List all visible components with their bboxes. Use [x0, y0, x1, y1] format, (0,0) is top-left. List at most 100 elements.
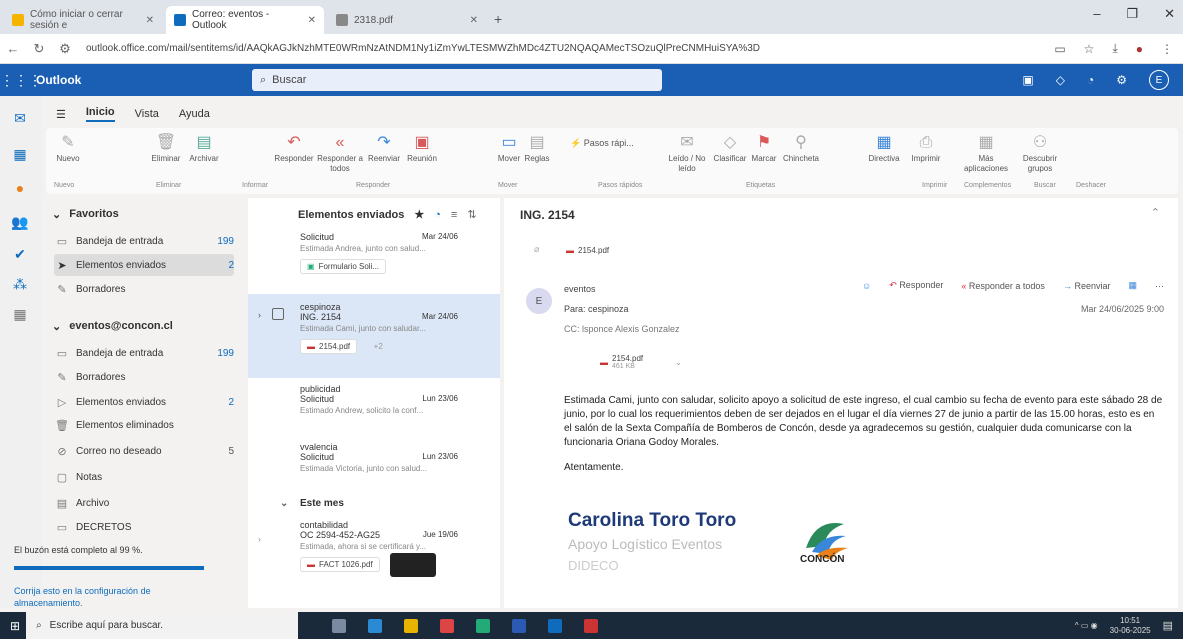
people-icon[interactable]: 👥 [10, 212, 30, 232]
feedback-icon[interactable]: ◇ [1056, 73, 1065, 87]
attachment-chip[interactable]: ▣ Formulario Soli... [300, 259, 387, 274]
account-header[interactable]: ⌄ eventos@concon.cl [52, 320, 173, 333]
new-button[interactable]: ✎ Nuevo [52, 132, 84, 164]
select-checkbox[interactable] [272, 308, 284, 320]
search-input[interactable]: Buscar [272, 74, 306, 86]
folder-archive[interactable]: ▤ Archivo [54, 492, 234, 514]
apps-icon[interactable]: ▦ [10, 304, 30, 324]
reply-all-button[interactable]: «Responder a todos [314, 132, 366, 174]
browser-tab[interactable]: 2318.pdf ✕ [328, 6, 486, 34]
classify-button[interactable]: ◇ Clasificar [710, 132, 750, 164]
favorites-header[interactable]: ⌄ Favoritos [52, 208, 119, 221]
folder-notes[interactable]: ▢ Notas [54, 466, 234, 488]
minimize-icon[interactable]: – [1093, 6, 1100, 22]
close-window-icon[interactable]: ✕ [1164, 6, 1175, 22]
excel-icon[interactable] [476, 618, 491, 633]
folder-sent-fav[interactable]: ➤ Elementos enviados 2 [54, 254, 234, 276]
new-tab-icon[interactable]: + [494, 11, 502, 27]
policy-button[interactable]: ▦ Directiva [864, 132, 904, 164]
reply-all-action[interactable]: « Responder a todos [961, 281, 1045, 291]
tray-icons[interactable]: ^ ▭ ◉ [1075, 621, 1098, 630]
browser-menu-icon[interactable]: ⋮ [1161, 42, 1173, 56]
pin-button[interactable]: ⚲ Chincheta [780, 132, 822, 164]
collapse-icon[interactable]: ⌃ [1151, 206, 1160, 219]
folder-decretos[interactable]: ▭ DECRETOS [54, 516, 234, 538]
mail-icon[interactable]: ✉ [10, 108, 30, 128]
todo-icon[interactable]: ✔ [10, 244, 30, 264]
emoji-icon[interactable]: ☺ [862, 281, 871, 291]
expand-chevron-icon[interactable]: › [258, 534, 261, 544]
tab-inicio[interactable]: Inicio [85, 106, 115, 122]
folder-junk[interactable]: ⊘ Correo no deseado 5 [54, 440, 234, 462]
edge-icon[interactable] [368, 618, 383, 633]
folder-sent[interactable]: ▷ Elementos enviados 2 [54, 391, 234, 413]
list-item[interactable]: vvalencia Solicitud Lun 23/06 Estimada Vi… [248, 442, 500, 492]
notifications-icon[interactable]: ◔ [1087, 73, 1094, 87]
quota-settings-link[interactable]: Corrija esto en la configuración de alma… [14, 585, 204, 609]
more-options-icon[interactable]: ··· [1155, 281, 1164, 291]
browser-tab[interactable]: Cómo iniciar o cerrar sesión e ✕ [4, 6, 162, 34]
reply-action[interactable]: ↶ Responder [889, 280, 943, 291]
flag-button[interactable]: ⚑ Marcar [746, 132, 782, 164]
back-icon[interactable]: ← [0, 41, 26, 56]
sort-icon[interactable]: ⇅ [467, 208, 476, 221]
extension-icon[interactable]: ● [1136, 42, 1143, 56]
list-item[interactable]: publicidad Solicitud Lun 23/06 Estimado A… [248, 384, 500, 438]
folder-deleted[interactable]: 🗑 Elementos eliminados [54, 414, 234, 436]
app-name[interactable]: Outlook [36, 73, 246, 87]
forward-button[interactable]: ↷ Reenviar [364, 132, 404, 164]
sender-avatar[interactable]: E [526, 288, 552, 314]
folder-drafts-fav[interactable]: ✎ Borradores [54, 278, 234, 300]
quick-steps-button[interactable]: ⚡ Pasos rápi... [570, 132, 650, 154]
reload-icon[interactable]: ↻ [26, 41, 52, 57]
message-attachment[interactable]: ▬ 2154.pdf 461 KB ⌄ [594, 352, 688, 372]
calendar-icon[interactable]: ▦ [10, 144, 30, 164]
sender-name[interactable]: eventos [564, 284, 596, 294]
word-icon[interactable] [512, 618, 527, 633]
windows-start-icon[interactable]: ⊞ [10, 619, 20, 633]
archive-button[interactable]: ▤ Archivar [186, 132, 222, 164]
read-unread-button[interactable]: ✉ Leído / No leído [664, 132, 710, 174]
move-button[interactable]: ▭ Mover [494, 132, 524, 164]
meeting-button[interactable]: ▣ Reunión [402, 132, 442, 164]
attachment-chip[interactable]: ▬ FACT 1026.pdf [300, 557, 380, 572]
site-info-icon[interactable]: ⚙ [52, 41, 78, 57]
bookmark-star-icon[interactable]: ☆ [1084, 42, 1095, 56]
close-tab-icon[interactable]: ✕ [470, 15, 478, 26]
tab-ayuda[interactable]: Ayuda [179, 108, 210, 120]
copilot-icon[interactable]: ● [10, 178, 30, 198]
meet-now-icon[interactable]: ▣ [1022, 73, 1033, 87]
tab-vista[interactable]: Vista [135, 108, 159, 120]
refresh-icon[interactable]: ◔ [434, 209, 441, 221]
expand-chevron-icon[interactable]: › [258, 310, 261, 320]
folder-inbox-fav[interactable]: ▭ Bandeja de entrada 199 [54, 230, 234, 252]
file-explorer-icon[interactable] [404, 618, 419, 633]
close-tab-icon[interactable]: ✕ [146, 15, 154, 26]
hamburger-icon[interactable]: ☰ [56, 108, 66, 121]
settings-gear-icon[interactable]: ⚙ [1116, 73, 1127, 87]
section-header-this-month[interactable]: ⌄ Este mes [248, 498, 500, 518]
folder-drafts[interactable]: ✎ Borradores [54, 366, 234, 388]
print-button[interactable]: ⎙ Imprimir [906, 132, 946, 164]
search-box[interactable]: ⌕ Buscar [252, 69, 662, 91]
forward-action[interactable]: → Reenviar [1063, 281, 1111, 291]
outlook-icon[interactable] [548, 618, 563, 633]
top-attachment-chip[interactable]: ▬ 2154.pdf [560, 244, 616, 257]
task-view-icon[interactable] [332, 618, 347, 633]
filter-icon[interactable]: ≡ [451, 209, 457, 221]
attachment-chip[interactable]: ▬ 2154.pdf [300, 339, 358, 354]
reply-button[interactable]: ↶ Responder [272, 132, 316, 164]
rules-button[interactable]: ▤ Reglas [522, 132, 552, 164]
taskbar-search[interactable]: ⌕ Escribe aquí para buscar. [26, 612, 299, 639]
clock[interactable]: 10:51 30-06-2025 [1110, 616, 1151, 636]
url-field[interactable]: outlook.office.com/mail/sentitems/id/AAQ… [86, 43, 916, 54]
app-launcher-icon[interactable]: ⋮⋮⋮ [0, 72, 42, 89]
download-icon[interactable]: ⤓ [1112, 41, 1117, 56]
browser-tab-active[interactable]: Correo: eventos - Outlook ✕ [166, 6, 324, 34]
maximize-icon[interactable]: ❐ [1126, 6, 1138, 22]
discover-groups-button[interactable]: ⚇ Descubrir grupos [1018, 132, 1062, 174]
more-apps-button[interactable]: ▦ Más aplicaciones [960, 132, 1012, 174]
close-tab-icon[interactable]: ✕ [308, 15, 316, 26]
favorite-star-icon[interactable]: ★ [414, 208, 424, 221]
delete-button[interactable]: 🗑 Eliminar [148, 132, 184, 164]
